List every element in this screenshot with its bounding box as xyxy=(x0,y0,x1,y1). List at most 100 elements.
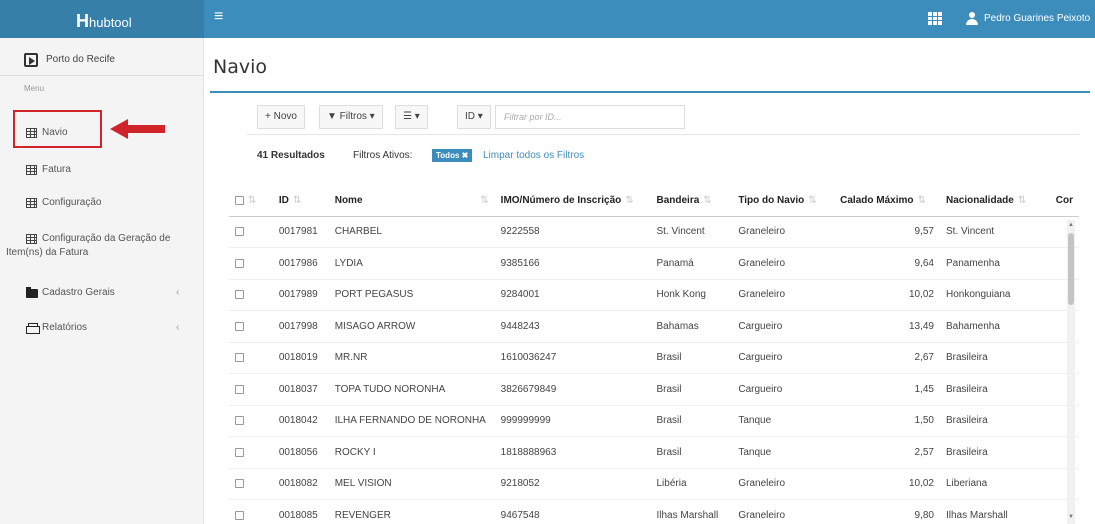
table-row[interactable]: 0018042 ILHA FERNANDO DE NORONHA 9999999… xyxy=(229,405,1079,437)
sort-icon[interactable]: ⇅ xyxy=(625,195,633,206)
hamburger-icon[interactable]: ≡ xyxy=(214,8,223,26)
cell-calado: 10,02 xyxy=(834,468,940,500)
cell-bandeira: Brasil xyxy=(650,436,733,469)
cell-nacionalidade: Bahamenha xyxy=(940,310,1050,343)
row-checkbox[interactable] xyxy=(235,510,244,520)
brand-logo-area[interactable]: Hhubtool xyxy=(0,0,204,38)
field-select[interactable]: ID ▾ xyxy=(457,105,491,129)
column-header[interactable]: Nome ⇅ xyxy=(328,186,495,217)
cell-nacionalidade: Brasileira xyxy=(940,405,1050,437)
column-header[interactable]: Nacionalidade ⇅ xyxy=(940,186,1050,217)
folder-icon xyxy=(26,287,38,298)
play-icon xyxy=(24,53,38,67)
cell-nacionalidade: Brasileira xyxy=(940,342,1050,374)
chevron-left-icon: ‹ xyxy=(176,322,180,333)
cell-id: 0018085 xyxy=(272,499,329,524)
divider xyxy=(247,134,1079,135)
row-checkbox[interactable] xyxy=(235,290,244,300)
row-checkbox[interactable] xyxy=(235,447,244,457)
cell-calado: 13,49 xyxy=(834,310,940,343)
table-row[interactable]: 0017989 PORT PEGASUS 9284001 Honk Kong G… xyxy=(229,279,1079,311)
sidebar-item-cadastro-gerais[interactable]: Cadastro Gerais ‹ xyxy=(0,287,204,301)
cell-nome: MISAGO ARROW xyxy=(328,310,495,343)
cell-imo: 9385166 xyxy=(494,247,651,280)
sort-icon[interactable]: ⇅ xyxy=(480,195,488,206)
select-all-checkbox[interactable] xyxy=(235,196,244,206)
column-header[interactable]: Tipo do Navio ⇅ xyxy=(732,186,835,217)
columns-dropdown[interactable]: ☰ ▾ xyxy=(395,105,428,129)
cell-tipo: Cargueiro xyxy=(732,373,835,406)
grid-icon xyxy=(26,165,37,175)
cell-nacionalidade: Brasileira xyxy=(940,436,1050,469)
row-checkbox[interactable] xyxy=(235,353,244,363)
row-checkbox[interactable] xyxy=(235,258,244,268)
sidebar-item-label: Fatura xyxy=(42,164,71,175)
scrollbar-thumb[interactable] xyxy=(1068,233,1074,305)
grid-icon xyxy=(26,198,37,208)
user-name[interactable]: Pedro Guarines Peixoto xyxy=(984,13,1095,24)
cell-id: 0017986 xyxy=(272,247,329,280)
cell-bandeira: St. Vincent xyxy=(650,216,733,248)
column-header[interactable]: IMO/Número de Inscrição ⇅ xyxy=(494,186,651,217)
cell-calado: 1,45 xyxy=(834,373,940,406)
table-row[interactable]: 0017981 CHARBEL 9222558 St. Vincent Gran… xyxy=(229,216,1079,248)
column-header[interactable]: ID ⇅ xyxy=(272,186,329,217)
cell-id: 0018056 xyxy=(272,436,329,469)
scroll-up-icon[interactable]: ▲ xyxy=(1068,222,1074,228)
highlight-box xyxy=(13,110,102,148)
data-table: ⇅ ID ⇅ Nome ⇅ IMO/Número de Inscrição ⇅ Ban… xyxy=(229,186,1079,524)
row-checkbox[interactable] xyxy=(235,321,244,331)
sort-icon[interactable]: ⇅ xyxy=(918,195,926,206)
table-row[interactable]: 0018085 REVENGER 9467548 Ilhas Marshall … xyxy=(229,499,1079,524)
sidebar-title[interactable]: Porto do Recife xyxy=(0,44,204,76)
sort-icon[interactable]: ⇅ xyxy=(808,195,816,206)
column-header[interactable]: Bandeira ⇅ xyxy=(650,186,733,217)
cell-id: 0018082 xyxy=(272,468,329,500)
cell-imo: 1818888963 xyxy=(494,436,651,469)
cell-tipo: Graneleiro xyxy=(732,247,835,280)
table-row[interactable]: 0018082 MEL VISION 9218052 Libéria Grane… xyxy=(229,468,1079,500)
sort-icon[interactable]: ⇅ xyxy=(1018,195,1026,206)
row-checkbox[interactable] xyxy=(235,479,244,489)
cell-nacionalidade: Brasileira xyxy=(940,373,1050,406)
sidebar-item-fatura[interactable]: Fatura xyxy=(0,164,204,178)
cell-imo: 999999999 xyxy=(494,405,651,437)
sort-icon[interactable]: ⇅ xyxy=(703,195,711,206)
cell-nacionalidade: Panamenha xyxy=(940,247,1050,280)
row-checkbox[interactable] xyxy=(235,384,244,394)
cell-calado: 2,67 xyxy=(834,342,940,374)
table-row[interactable]: 0018037 TOPA TUDO NORONHA 3826679849 Bra… xyxy=(229,373,1079,406)
cell-nome: CHARBEL xyxy=(328,216,495,248)
cell-nome: LYDIA xyxy=(328,247,495,280)
filter-input[interactable]: Filtrar por ID... xyxy=(495,105,685,129)
brand-logo[interactable]: Hhubtool xyxy=(76,11,132,32)
column-header[interactable]: Calado Máximo ⇅ xyxy=(834,186,940,217)
sort-icon[interactable]: ⇅ xyxy=(248,195,256,206)
row-checkbox[interactable] xyxy=(235,416,244,426)
cell-nome: REVENGER xyxy=(328,499,495,524)
select-all-header[interactable]: ⇅ xyxy=(229,186,273,217)
sidebar-item-configuracao[interactable]: Configuração xyxy=(0,197,204,211)
cell-imo: 9284001 xyxy=(494,279,651,311)
row-checkbox[interactable] xyxy=(235,227,244,237)
user-icon[interactable] xyxy=(966,12,978,25)
filters-dropdown[interactable]: ▼ Filtros ▾ xyxy=(319,105,383,129)
cell-tipo: Graneleiro xyxy=(732,216,835,248)
table-row[interactable]: 0018056 ROCKY I 1818888963 Brasil Tanque… xyxy=(229,436,1079,469)
cell-calado: 9,64 xyxy=(834,247,940,280)
active-filter-tag[interactable]: Todos ✖ xyxy=(432,149,473,162)
table-row[interactable]: 0017998 MISAGO ARROW 9448243 Bahamas Car… xyxy=(229,310,1079,343)
sort-icon[interactable]: ⇅ xyxy=(293,195,301,206)
table-row[interactable]: 0018019 MR.NR 1610036247 Brasil Cargueir… xyxy=(229,342,1079,374)
table-row[interactable]: 0017986 LYDIA 9385166 Panamá Graneleiro … xyxy=(229,247,1079,280)
sidebar-item-label: Relatórios xyxy=(42,322,88,333)
sidebar-item-configuracao-geracao[interactable]: Configuração da Geração de Item(ns) da F… xyxy=(0,233,204,261)
new-button[interactable]: + Novo xyxy=(257,105,305,129)
cell-id: 0017998 xyxy=(272,310,329,343)
sidebar-item-relatorios[interactable]: Relatórios ‹ xyxy=(0,322,204,336)
apps-grid-icon[interactable] xyxy=(928,12,942,25)
scroll-down-icon[interactable]: ▼ xyxy=(1068,514,1074,520)
cell-id: 0018019 xyxy=(272,342,329,374)
clear-filters-link[interactable]: Limpar todos os Filtros xyxy=(483,150,584,161)
column-header[interactable]: Cor xyxy=(1049,186,1079,217)
